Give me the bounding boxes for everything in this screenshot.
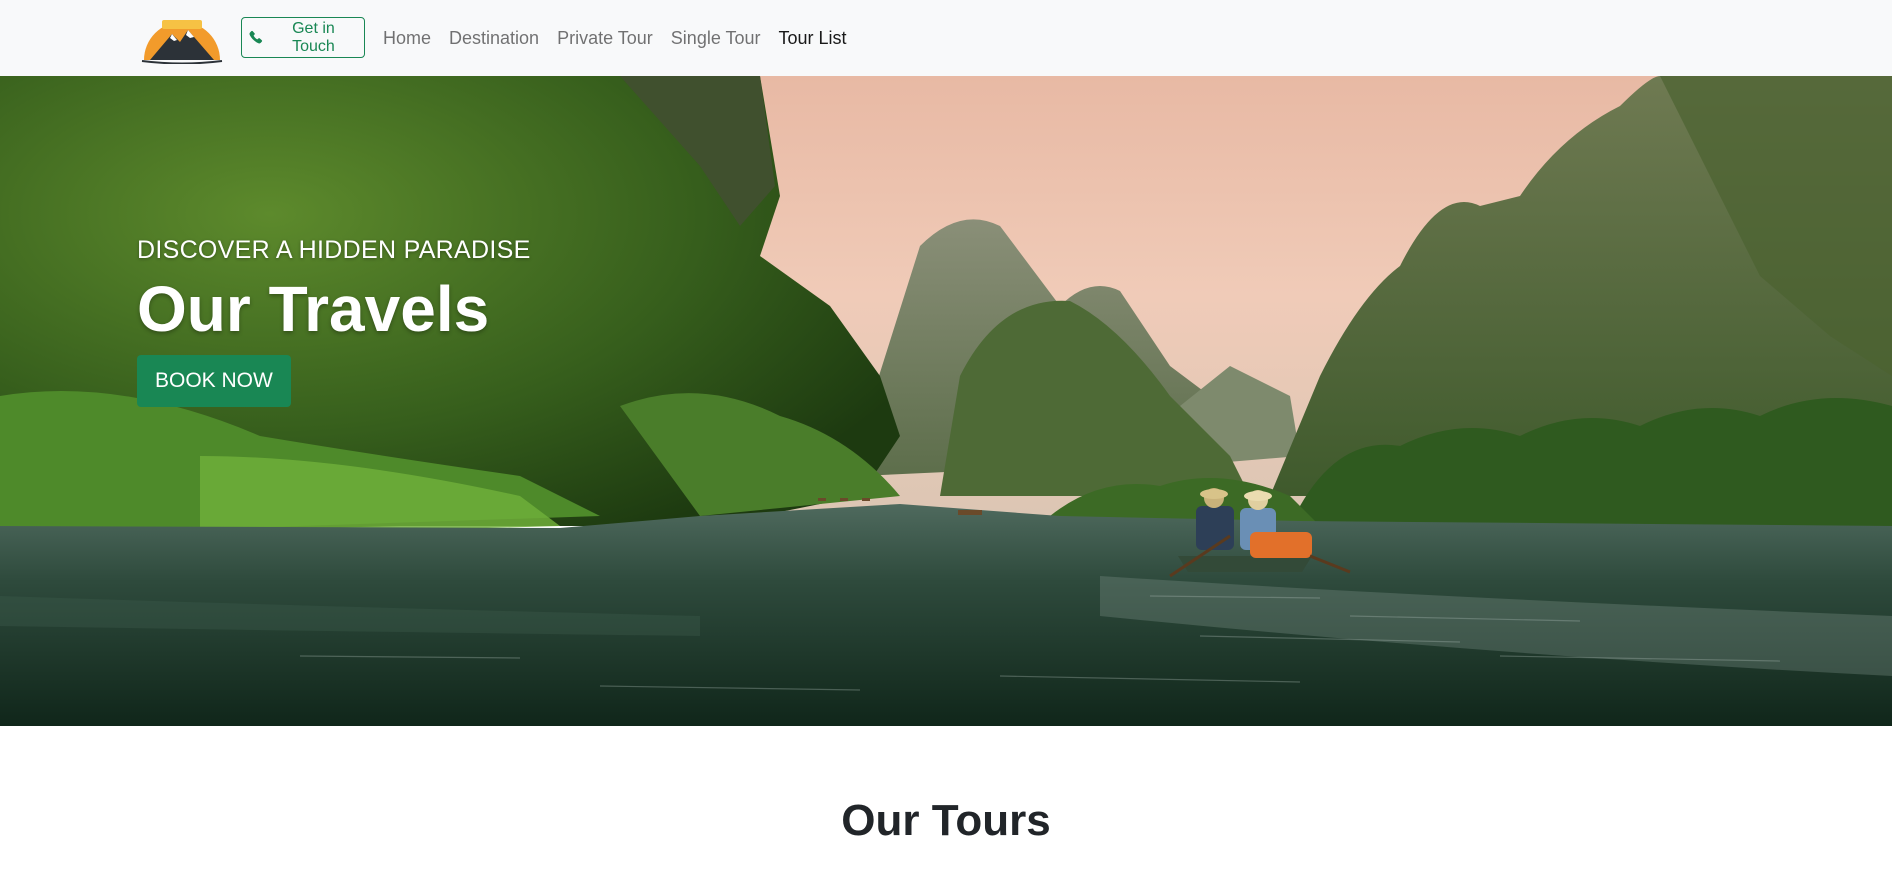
hero-title: Our Travels	[137, 273, 490, 345]
hero-banner: DISCOVER A HIDDEN PARADISE Our Travels B…	[0, 76, 1892, 726]
nav-links: Home Destination Private Tour Single Tou…	[374, 0, 856, 76]
book-now-button[interactable]: BOOK NOW	[137, 355, 291, 407]
nav-link-home[interactable]: Home	[374, 28, 440, 49]
phone-icon	[249, 30, 263, 44]
nav-link-private-tour[interactable]: Private Tour	[548, 28, 662, 49]
nav-link-single-tour[interactable]: Single Tour	[662, 28, 770, 49]
navbar: Get in Touch Home Destination Private To…	[0, 0, 1892, 76]
nav-link-tour-list[interactable]: Tour List	[770, 28, 856, 49]
hero-content: DISCOVER A HIDDEN PARADISE Our Travels B…	[137, 236, 531, 407]
mountain-sun-logo-icon	[141, 20, 223, 65]
get-in-touch-button[interactable]: Get in Touch	[241, 17, 365, 58]
brand-logo[interactable]	[140, 10, 224, 65]
hero-eyebrow: DISCOVER A HIDDEN PARADISE	[137, 236, 531, 264]
section-title-our-tours: Our Tours	[841, 796, 1051, 845]
get-in-touch-label: Get in Touch	[292, 19, 335, 55]
nav-link-destination[interactable]: Destination	[440, 28, 548, 49]
